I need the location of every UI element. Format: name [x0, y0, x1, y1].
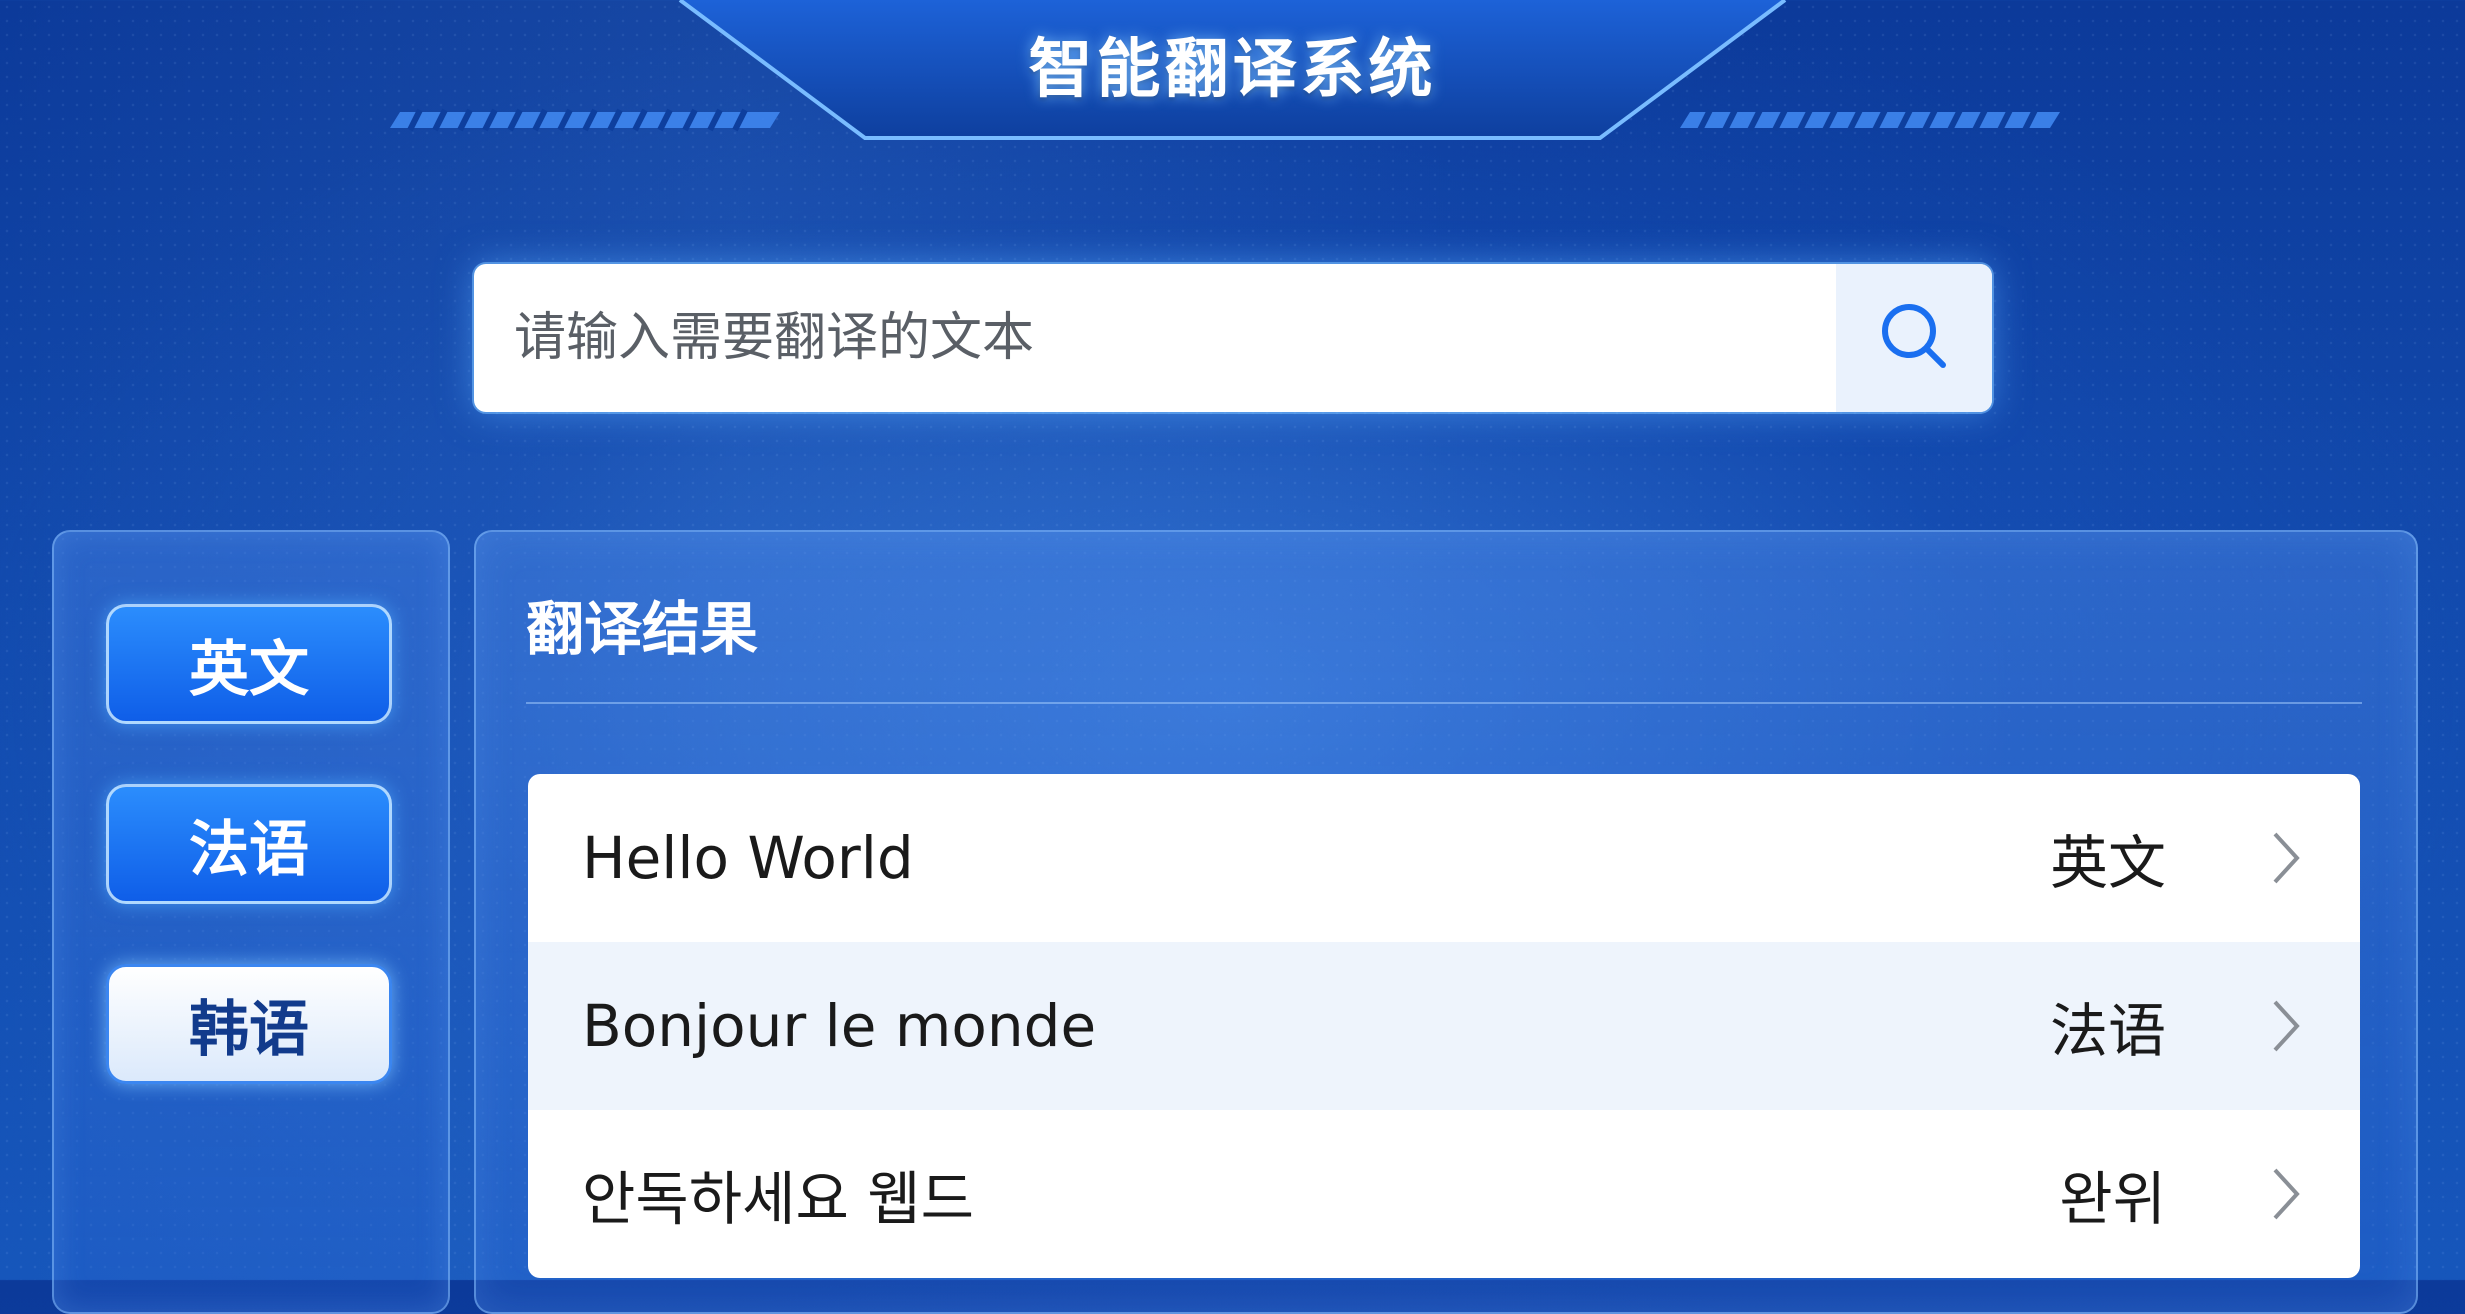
- chevron-right-icon: [2266, 828, 2306, 888]
- page-title: 智能翻译系统: [1028, 33, 1437, 107]
- language-button-french[interactable]: 法语: [106, 784, 392, 904]
- results-divider: [526, 702, 2362, 704]
- result-language: 완위: [2059, 1165, 2166, 1233]
- language-button-korean[interactable]: 韩语: [106, 964, 392, 1084]
- result-language: 法语: [2049, 997, 2166, 1065]
- result-text: Hello World: [582, 824, 914, 892]
- header-bar: 智能翻译系统: [0, 0, 2465, 150]
- results-list: Hello World 英文 Bonjour le monde 法语 안독하세요…: [528, 774, 2360, 1278]
- search-bar: [474, 264, 1992, 412]
- chevron-right-icon: [2266, 996, 2306, 1056]
- results-panel: 翻译结果 Hello World 英文 Bonjour le monde 法语 …: [474, 530, 2418, 1314]
- result-text: 안독하세요 웹드: [582, 1165, 974, 1233]
- result-row-english[interactable]: Hello World 英文: [528, 774, 2360, 942]
- result-language: 英文: [2049, 829, 2166, 897]
- chevron-right-icon: [2266, 1164, 2306, 1224]
- search-icon: [1875, 297, 1953, 379]
- language-button-english[interactable]: 英文: [106, 604, 392, 724]
- result-text: Bonjour le monde: [582, 992, 1097, 1060]
- language-sidebar: 英文 法语 韩语: [52, 530, 450, 1314]
- search-button[interactable]: [1836, 264, 1992, 412]
- result-row-korean[interactable]: 안독하세요 웹드 완위: [528, 1110, 2360, 1278]
- search-input[interactable]: [474, 264, 1836, 412]
- result-row-french[interactable]: Bonjour le monde 法语: [528, 942, 2360, 1110]
- results-title: 翻译结果: [526, 595, 759, 663]
